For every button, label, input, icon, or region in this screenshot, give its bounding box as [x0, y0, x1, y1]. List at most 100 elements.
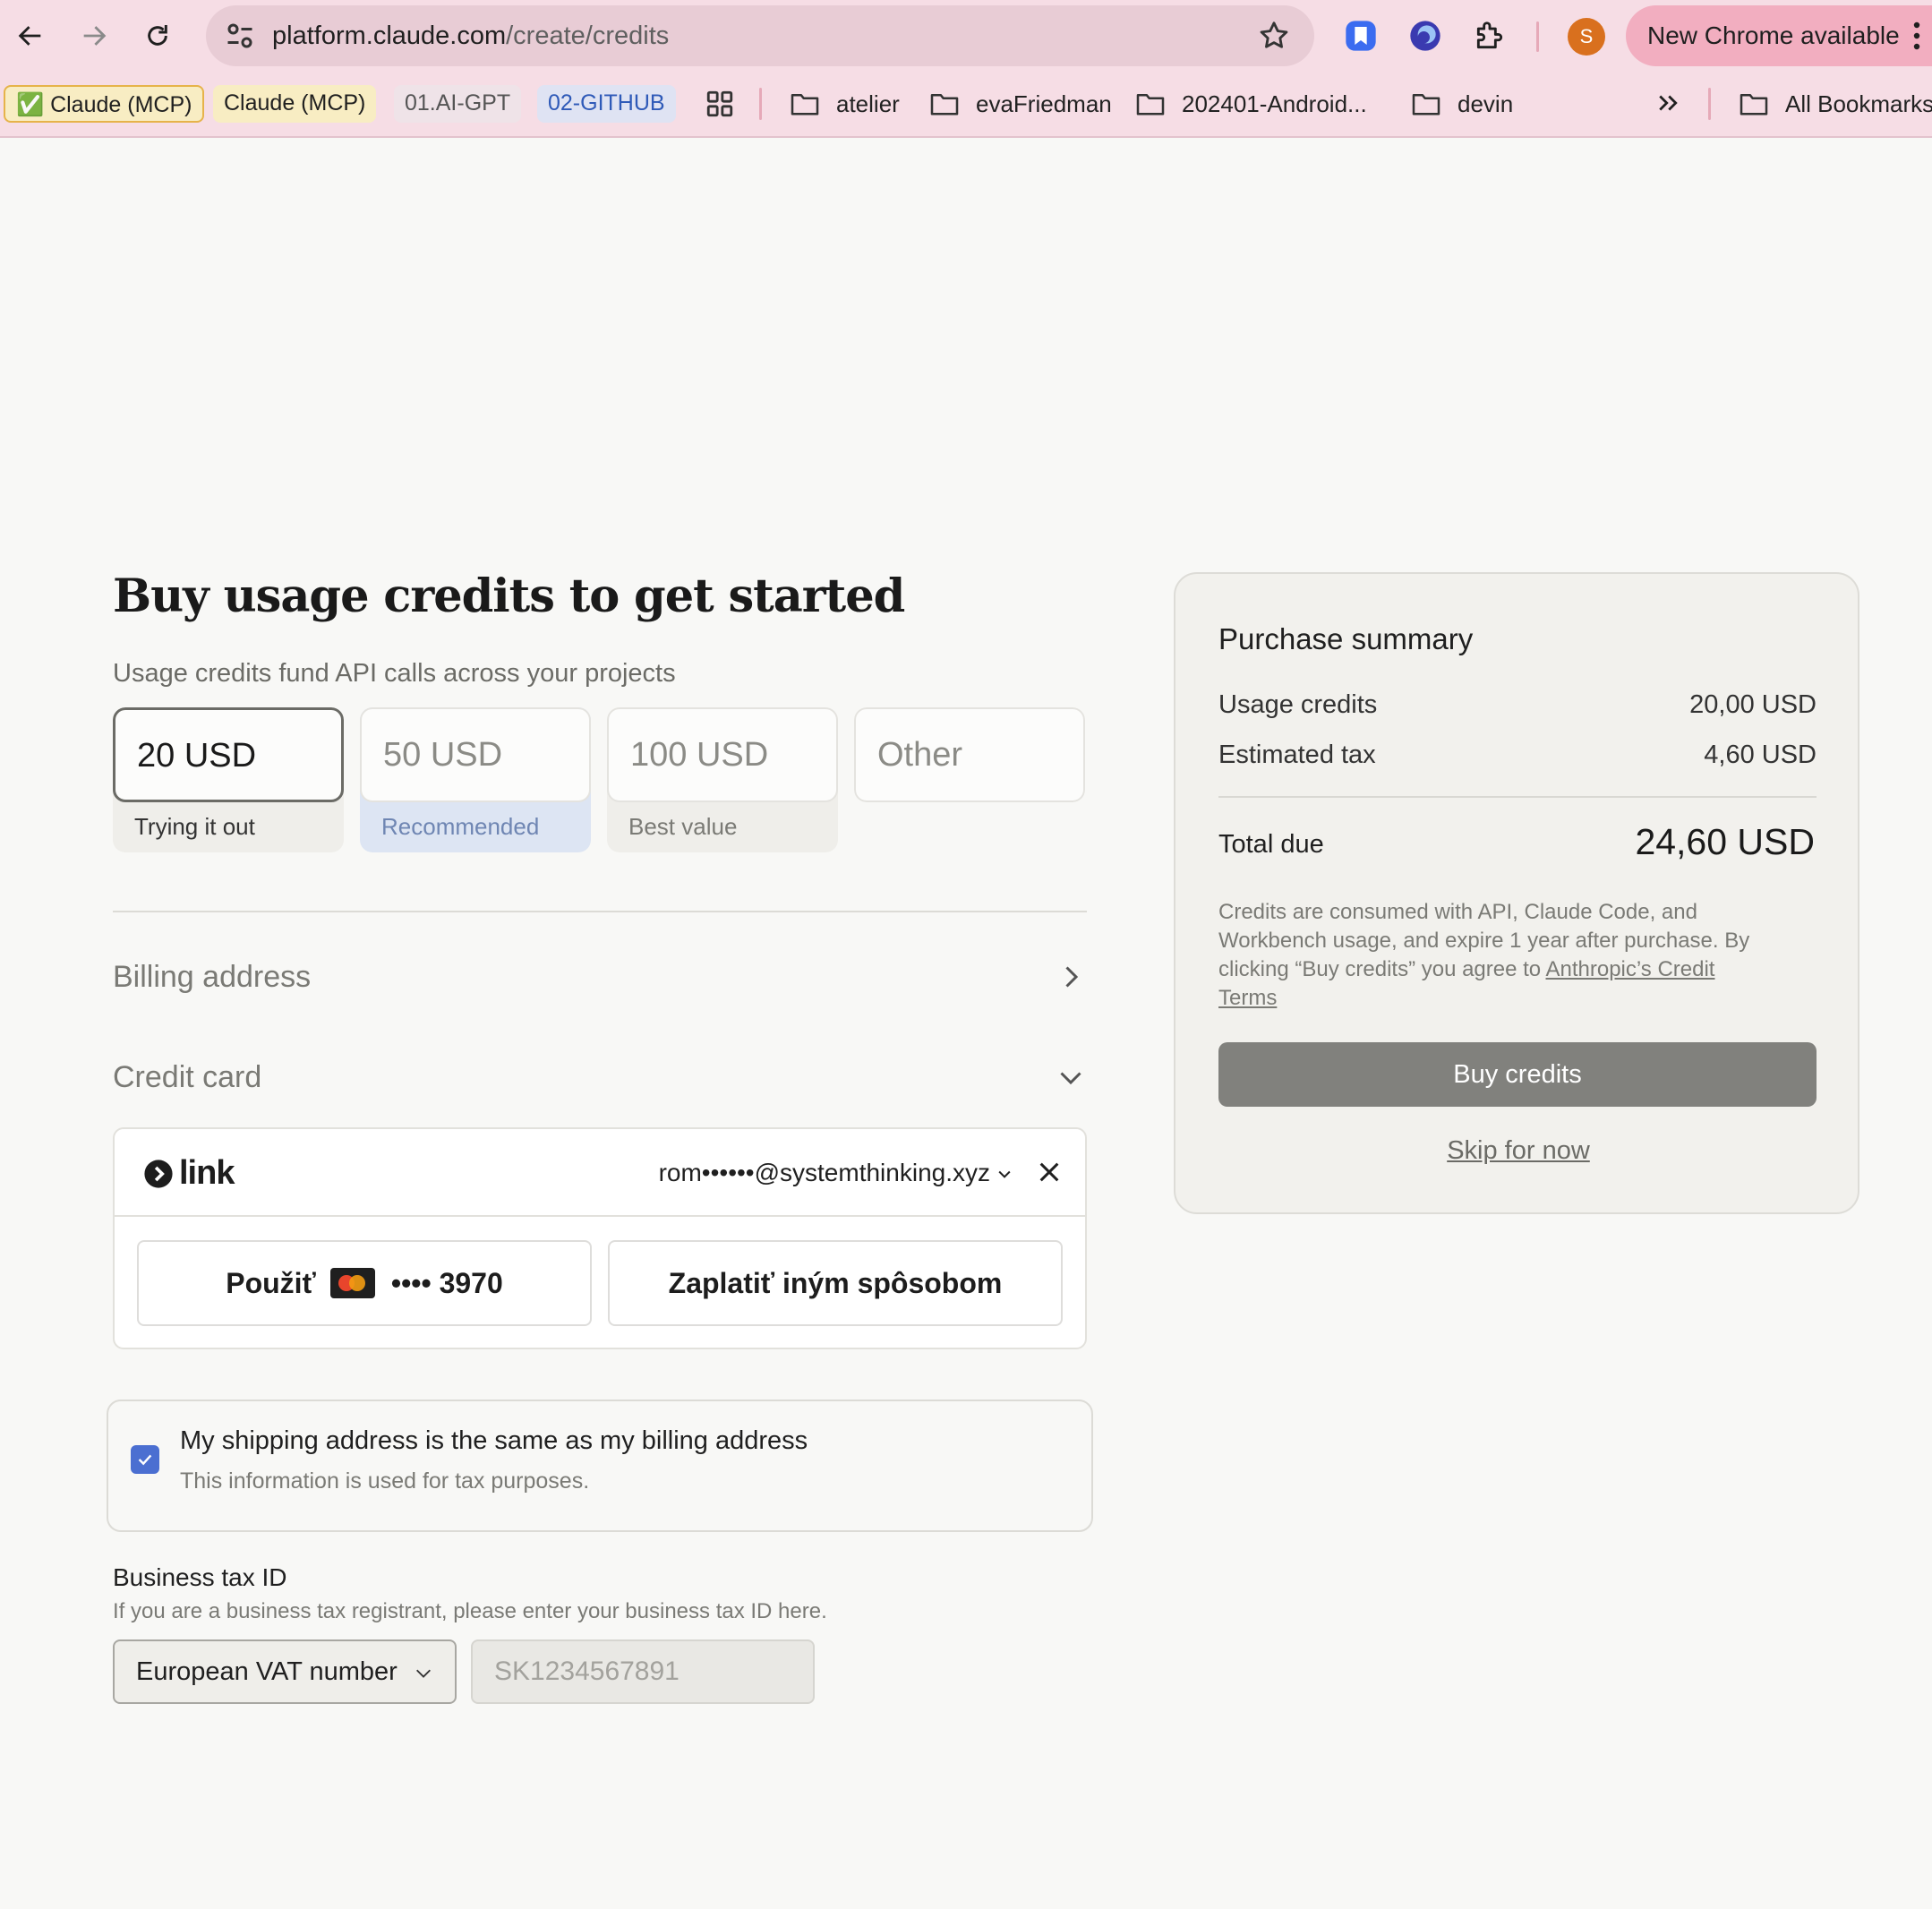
amount-option-box[interactable]: 50 USD — [360, 707, 591, 802]
all-bookmarks-folder[interactable]: All Bookmarks — [1739, 85, 1932, 123]
link-logo-text: link — [179, 1154, 235, 1192]
skip-for-now-link[interactable]: Skip for now — [1175, 1136, 1861, 1166]
tax-id-type-select[interactable]: European VAT number — [113, 1639, 457, 1704]
business-tax-help: If you are a business tax registrant, pl… — [113, 1599, 827, 1623]
folder-label: evaFriedman — [976, 90, 1112, 117]
credit-card-label: Credit card — [113, 1060, 262, 1094]
chrome-update-button[interactable]: New Chrome available — [1626, 5, 1932, 66]
purchase-summary-card: Purchase summary Usage credits 20,00 USD… — [1174, 572, 1859, 1214]
credits-terms-note: Credits are consumed with API, Claude Co… — [1218, 898, 1774, 1013]
amount-option-box[interactable]: 20 USD — [113, 707, 344, 802]
folder-label: All Bookmarks — [1785, 90, 1932, 117]
address-bar[interactable]: platform.claude.com/create/credits — [206, 5, 1314, 66]
summary-title: Purchase summary — [1218, 622, 1474, 655]
amount-option-50[interactable]: 50 USD Recommended — [360, 707, 591, 852]
link-logo: link — [143, 1154, 235, 1193]
url-text[interactable]: platform.claude.com/create/credits — [272, 5, 669, 66]
shipping-checkbox[interactable] — [131, 1445, 159, 1474]
arrow-left-icon — [18, 26, 41, 46]
bookmark-02-github[interactable]: 02-GITHUB — [537, 85, 676, 123]
amount-value: 20 USD — [137, 737, 257, 775]
extension-swirl-icon[interactable] — [1406, 16, 1445, 56]
estimated-tax-label: Estimated tax — [1218, 740, 1376, 769]
billing-address-label: Billing address — [113, 960, 312, 994]
bookmark-folder-android[interactable]: 202401-Android... — [1135, 85, 1367, 123]
update-label: New Chrome available — [1647, 21, 1900, 49]
link-payment-panel: link rom••••••@systemthinking.xyz Použiť… — [113, 1127, 1087, 1349]
amount-option-box[interactable]: 100 USD — [607, 707, 838, 802]
chevron-down-icon[interactable] — [996, 1165, 1013, 1183]
bookmarks-divider — [759, 88, 762, 120]
arrow-right-icon — [83, 26, 107, 46]
back-button[interactable] — [7, 13, 54, 59]
profile-avatar[interactable]: S — [1568, 18, 1605, 56]
folder-icon — [1136, 93, 1165, 116]
amount-option-box[interactable]: Other — [854, 707, 1085, 802]
checkmark-icon — [138, 1454, 152, 1466]
buy-credits-button[interactable]: Buy credits — [1218, 1042, 1817, 1107]
section-divider — [113, 911, 1087, 912]
apps-grid-icon[interactable] — [705, 89, 735, 124]
folder-label: atelier — [836, 90, 900, 117]
close-icon[interactable] — [1037, 1160, 1062, 1185]
summary-divider — [1218, 796, 1817, 798]
chevron-right-icon — [1065, 966, 1079, 988]
billing-address-toggle[interactable]: Billing address — [113, 950, 1087, 1004]
amount-option-20[interactable]: 20 USD Trying it out — [113, 707, 344, 852]
bookmark-01-ai-gpt[interactable]: 01.AI-GPT — [394, 85, 522, 123]
bookmark-claude-mcp[interactable]: Claude (MCP) — [213, 85, 377, 123]
toolbar-divider — [1536, 21, 1539, 52]
link-account-email[interactable]: rom••••••@systemthinking.xyz — [659, 1129, 990, 1217]
folder-label: 202401-Android... — [1182, 90, 1367, 117]
bookmark-extension-icon[interactable] — [1341, 16, 1381, 56]
folder-icon — [1740, 93, 1768, 116]
shipping-help-text: This information is used for tax purpose… — [180, 1468, 590, 1494]
reload-button[interactable] — [134, 13, 181, 59]
tax-id-type-value: European VAT number — [136, 1657, 398, 1686]
usage-credits-label: Usage credits — [1218, 690, 1378, 719]
reload-icon — [148, 25, 167, 46]
link-arrow-icon — [144, 1159, 173, 1188]
bookmark-claude-mcp-checked[interactable]: ✅ Claude (MCP) — [4, 85, 205, 123]
other-payment-method-button[interactable]: Zaplatiť iným spôsobom — [608, 1240, 1063, 1326]
amount-option-100[interactable]: 100 USD Best value — [607, 707, 838, 852]
bookmarks-bar: ✅ Claude (MCP) Claude (MCP) 01.AI-GPT 02… — [0, 72, 1932, 138]
bookmarks-divider — [1708, 88, 1711, 120]
estimated-tax-value: 4,60 USD — [1704, 740, 1817, 769]
site-settings-icon[interactable] — [224, 20, 256, 52]
credit-card-toggle[interactable]: Credit card — [113, 1050, 1087, 1104]
more-bookmarks-chevron-icon[interactable] — [1654, 90, 1681, 121]
bookmark-folder-devin[interactable]: devin — [1411, 85, 1513, 123]
page-subtitle: Usage credits fund API calls across your… — [113, 659, 676, 688]
page-title: Buy usage credits to get started — [113, 569, 905, 623]
extensions-puzzle-icon[interactable] — [1470, 16, 1509, 56]
amount-value: Other — [877, 736, 963, 774]
mastercard-icon — [329, 1268, 375, 1298]
chevron-down-icon — [416, 1669, 431, 1678]
folder-label: devin — [1458, 90, 1514, 117]
shipping-same-as-billing[interactable]: My shipping address is the same as my bi… — [107, 1400, 1093, 1532]
use-card-label: Použiť — [226, 1266, 316, 1299]
forward-button[interactable] — [71, 13, 117, 59]
total-due-value: 24,60 USD — [1635, 821, 1815, 862]
bookmark-star-icon[interactable] — [1257, 19, 1291, 53]
amount-option-other[interactable]: Other — [854, 707, 1085, 802]
total-due-label: Total due — [1218, 830, 1324, 859]
chevron-down-icon — [1060, 1072, 1081, 1085]
amount-value: 100 USD — [630, 736, 769, 774]
amount-tag: Best value — [628, 813, 738, 840]
url-path: /create/credits — [506, 21, 670, 50]
browser-toolbar: platform.claude.com/create/credits S New… — [0, 0, 1932, 72]
bookmark-folder-atelier[interactable]: atelier — [790, 85, 900, 123]
url-host: platform.claude.com — [272, 21, 507, 50]
amount-tag: Trying it out — [134, 813, 255, 840]
bookmark-folder-evafriedman[interactable]: evaFriedman — [929, 85, 1112, 123]
folder-icon — [1412, 93, 1440, 116]
tax-id-input[interactable] — [471, 1639, 815, 1704]
amount-value: 50 USD — [383, 736, 503, 774]
card-last4: •••• 3970 — [390, 1266, 503, 1299]
link-header: link rom••••••@systemthinking.xyz — [115, 1129, 1085, 1217]
use-saved-card-button[interactable]: Použiť •••• 3970 — [137, 1240, 592, 1326]
amount-tag: Recommended — [381, 813, 540, 840]
more-menu-icon[interactable] — [1912, 21, 1921, 50]
